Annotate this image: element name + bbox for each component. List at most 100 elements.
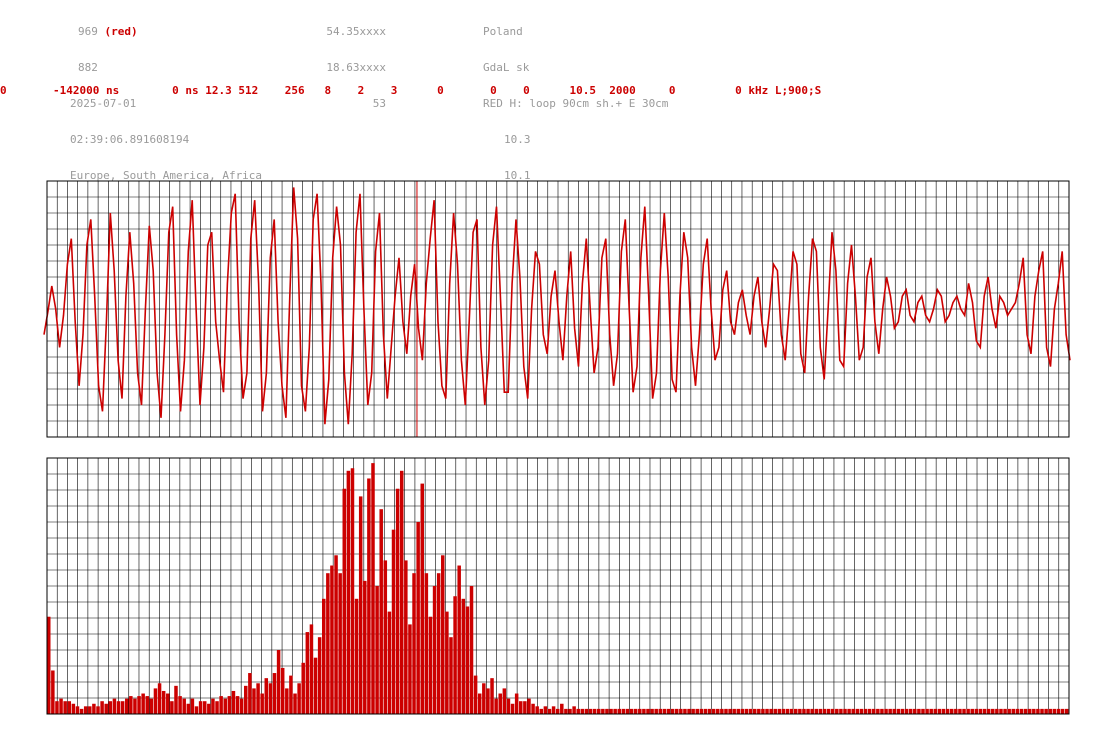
spectrum-bar [757,708,761,714]
spectrum-bar [55,701,59,714]
spectrum-bar [666,708,671,714]
spectrum-bar [527,698,531,714]
spectrum-bar [149,698,154,714]
spectrum-bar [596,708,601,714]
spectrum-bar [96,706,100,714]
spectrum-bar [908,708,913,714]
spectrum-bar [929,708,933,714]
spectrum-bar [933,708,938,714]
spectrum-bar [978,708,983,714]
spectrum-bar [789,708,794,714]
spectrum-bar [605,708,609,714]
spectrum-bar [871,708,876,714]
spectrum-bar [917,708,921,714]
spectrum-bar [51,670,55,714]
spectrum-bar [280,667,285,714]
spectrum-bar [313,657,318,714]
spectrum-bar [309,624,314,714]
spectrum-bar [531,703,535,714]
spectrum-bar [962,708,966,714]
spectrum-bar [949,708,954,714]
spectrum-bar [514,693,519,714]
spectrum-bar [609,708,613,714]
spectrum-bar [235,696,240,714]
spectrum-bar [687,708,691,714]
spectrum-bar [765,708,769,714]
spectrum-bar [830,708,835,714]
spectrum-bar [707,708,712,714]
spectrum-bar [781,708,786,714]
spectrum-bar [703,708,708,714]
spectrum-bar [330,565,334,714]
spectrum-bar [272,673,277,714]
spectrum-bar [71,703,76,714]
spectrum-grid [46,457,1070,715]
spectrum-bar [219,696,223,714]
spectrum-bar [100,701,104,714]
spectrum-bar [539,708,544,714]
spectrum-bar [822,708,827,714]
spectrum-bar [424,573,429,714]
spectrum-bar [798,708,802,714]
spectrum-bar [633,708,638,714]
spectrum-bar [124,698,129,714]
spectrum-bar [892,708,897,714]
spectrum-bar [1044,708,1048,714]
spectrum-bar [178,696,182,714]
spectrum-bar [625,708,630,714]
spectrum-bar [806,708,810,714]
spectrum-bar [629,708,634,714]
spectrum-bar [383,560,388,714]
spectrum-bar [560,703,564,714]
spectrum-bar [711,708,716,714]
spectrum-bar [248,673,252,714]
spectrum-bar [358,496,363,714]
spectrum-bar [1048,708,1052,714]
spectrum-bar [445,611,449,714]
spectrum-bar [814,708,819,714]
spectrum-bar [322,598,326,714]
spectrum-bar [748,708,753,714]
spectrum-bar [568,708,572,714]
spectrum-bar [375,586,379,714]
spectrum-bar [728,708,732,714]
spectrum-bar [166,693,170,714]
spectrum-bar [264,678,269,714]
spectrum-bar [88,706,92,714]
spectrum-bar [732,708,736,714]
spectrum-bar [334,555,338,714]
spectrum-bar [974,708,979,714]
spectrum-bar [174,685,178,714]
spectrum-bar [190,698,195,714]
spectrum-bar [1064,708,1069,714]
spectrum-bar [75,706,80,714]
spectrum-bar [133,698,137,714]
spectrum-bar [880,708,884,714]
spectrum-bar [966,708,970,714]
spectrum-bar [157,683,162,714]
spectrum-bar [141,693,145,714]
spectrum-bar [441,555,445,714]
spectrum-bar [638,708,642,714]
spectrum-bar [408,624,412,714]
spectrum-bar [301,662,305,714]
spectrum-bar [662,708,667,714]
spectrum-bar [465,606,470,714]
spectrum-bar [223,698,227,714]
spectrum-bar [371,463,375,714]
spectrum-bar [810,708,814,714]
spectrum-bar [244,685,248,714]
spectrum-bar [112,698,117,714]
spectrum-bar [252,688,256,714]
spectrum-bar [482,683,486,714]
spectrum-bar [137,696,141,714]
spectrum-bar [617,708,622,714]
spectrum-bar [256,683,260,714]
spectrum-bar [555,708,560,714]
spectrum-bar [588,708,593,714]
spectrum-bar [859,708,864,714]
spectrum-bar [691,708,695,714]
waveform-trace [43,187,1071,425]
spectrum-bar [211,698,215,714]
spectrum-bar [297,683,301,714]
